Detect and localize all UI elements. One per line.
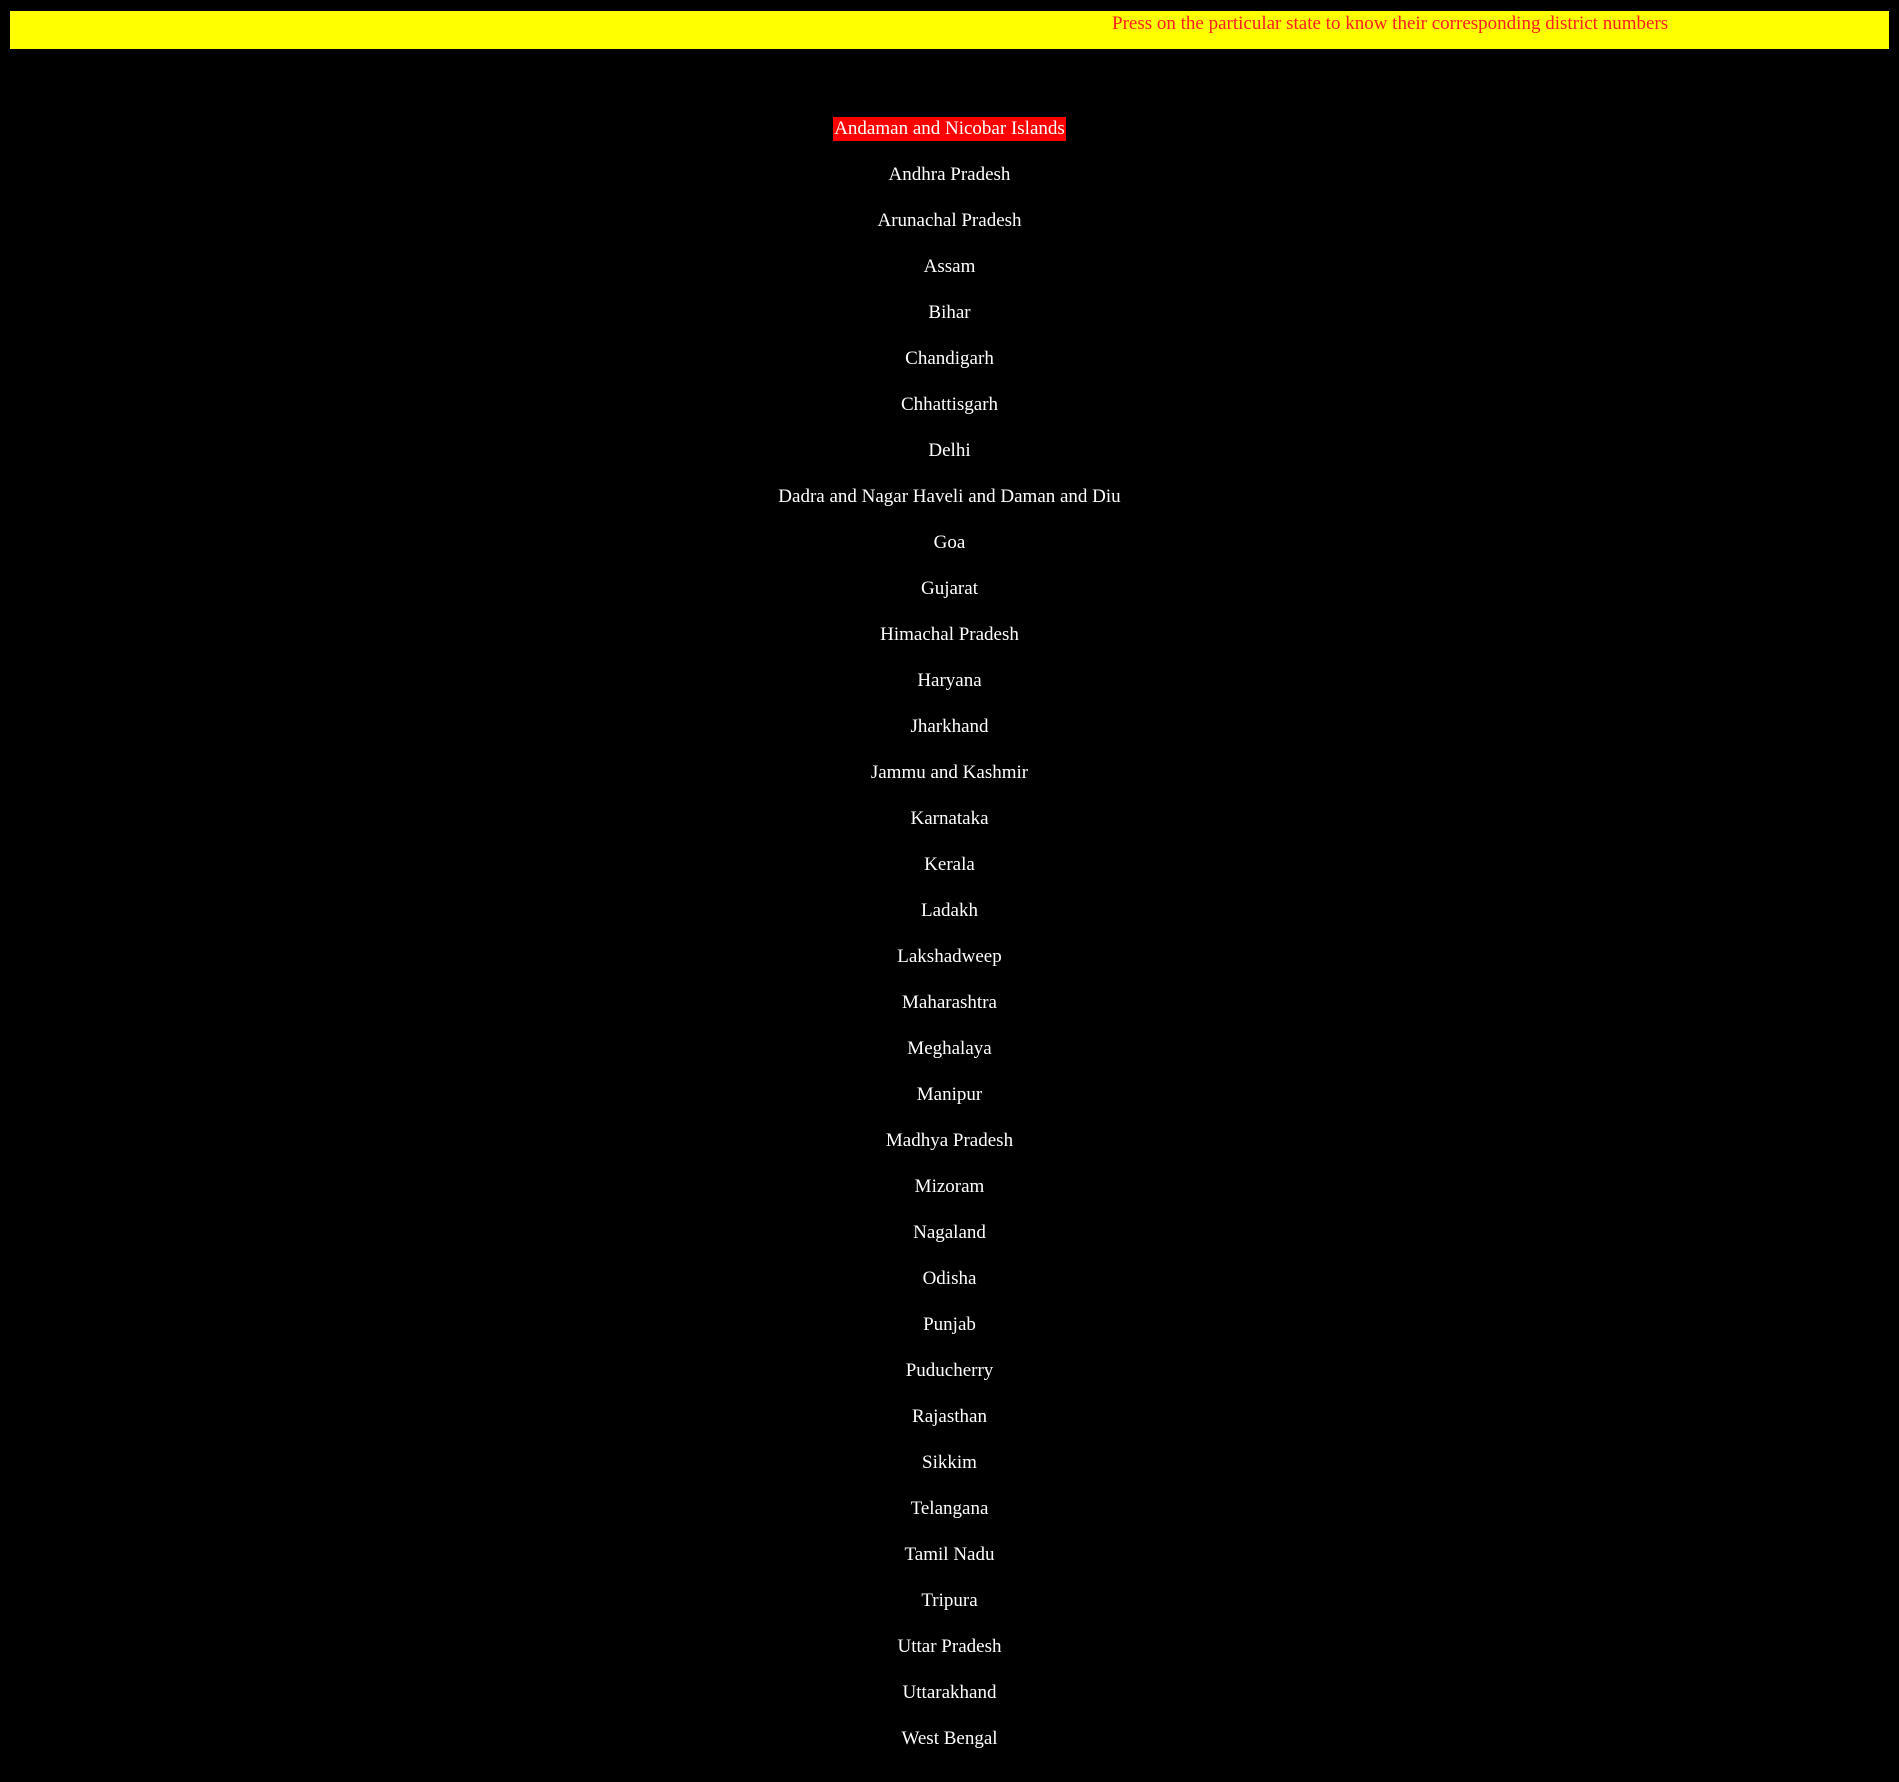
state-link-mizoram[interactable]: Mizoram [914, 1175, 986, 1199]
list-item: Karnataka [0, 807, 1899, 853]
list-item: Meghalaya [0, 1037, 1899, 1083]
list-item: Uttar Pradesh [0, 1635, 1899, 1681]
list-item: Lakshadweep [0, 945, 1899, 991]
list-item: Chandigarh [0, 347, 1899, 393]
list-item: Nagaland [0, 1221, 1899, 1267]
list-item: Manipur [0, 1083, 1899, 1129]
state-link-puducherry[interactable]: Puducherry [905, 1359, 995, 1383]
state-link-punjab[interactable]: Punjab [922, 1313, 977, 1337]
state-link-meghalaya[interactable]: Meghalaya [906, 1037, 992, 1061]
state-link-nagaland[interactable]: Nagaland [912, 1221, 987, 1245]
list-item: Chhattisgarh [0, 393, 1899, 439]
state-link-lakshadweep[interactable]: Lakshadweep [896, 945, 1002, 969]
list-item: Ladakh [0, 899, 1899, 945]
list-item: Tamil Nadu [0, 1543, 1899, 1589]
list-item: Arunachal Pradesh [0, 209, 1899, 255]
state-link-himachal-pradesh[interactable]: Himachal Pradesh [879, 623, 1020, 647]
state-link-sikkim[interactable]: Sikkim [921, 1451, 978, 1475]
state-link-bihar[interactable]: Bihar [927, 301, 971, 325]
list-item: Punjab [0, 1313, 1899, 1359]
state-link-rajasthan[interactable]: Rajasthan [911, 1405, 988, 1429]
state-link-arunachal-pradesh[interactable]: Arunachal Pradesh [876, 209, 1022, 233]
list-item: Puducherry [0, 1359, 1899, 1405]
state-link-gujarat[interactable]: Gujarat [920, 577, 979, 601]
state-link-jharkhand[interactable]: Jharkhand [909, 715, 989, 739]
list-item: Kerala [0, 853, 1899, 899]
list-item: Maharashtra [0, 991, 1899, 1037]
list-item: West Bengal [0, 1727, 1899, 1773]
list-item: Delhi [0, 439, 1899, 485]
state-link-kerala[interactable]: Kerala [923, 853, 976, 877]
state-link-haryana[interactable]: Haryana [916, 669, 982, 693]
state-link-uttarakhand[interactable]: Uttarakhand [902, 1681, 998, 1705]
state-link-goa[interactable]: Goa [933, 531, 967, 555]
list-item: Odisha [0, 1267, 1899, 1313]
list-item: Andhra Pradesh [0, 163, 1899, 209]
state-link-andhra-pradesh[interactable]: Andhra Pradesh [888, 163, 1012, 187]
state-link-assam[interactable]: Assam [923, 255, 977, 279]
state-link-telangana[interactable]: Telangana [910, 1497, 990, 1521]
state-link-karnataka[interactable]: Karnataka [909, 807, 989, 831]
list-item: Jharkhand [0, 715, 1899, 761]
state-link-maharashtra[interactable]: Maharashtra [901, 991, 998, 1015]
state-link-ladakh[interactable]: Ladakh [920, 899, 979, 923]
list-item: Goa [0, 531, 1899, 577]
list-item: Uttarakhand [0, 1681, 1899, 1727]
state-link-chandigarh[interactable]: Chandigarh [904, 347, 995, 371]
state-link-delhi[interactable]: Delhi [927, 439, 971, 463]
instruction-banner: Press on the particular state to know th… [10, 11, 1889, 49]
list-item: Telangana [0, 1497, 1899, 1543]
state-link-uttar-pradesh[interactable]: Uttar Pradesh [897, 1635, 1003, 1659]
list-item: Andaman and Nicobar Islands [0, 117, 1899, 163]
state-link-manipur[interactable]: Manipur [916, 1083, 983, 1107]
state-link-tamil-nadu[interactable]: Tamil Nadu [904, 1543, 996, 1567]
state-link-tripura[interactable]: Tripura [920, 1589, 978, 1613]
list-item: Bihar [0, 301, 1899, 347]
list-item: Gujarat [0, 577, 1899, 623]
list-item: Jammu and Kashmir [0, 761, 1899, 807]
list-item: Sikkim [0, 1451, 1899, 1497]
list-item: Madhya Pradesh [0, 1129, 1899, 1175]
list-item: Assam [0, 255, 1899, 301]
list-item: Tripura [0, 1589, 1899, 1635]
state-link-west-bengal[interactable]: West Bengal [900, 1727, 998, 1751]
state-link-madhya-pradesh[interactable]: Madhya Pradesh [885, 1129, 1014, 1153]
state-link-chhattisgarh[interactable]: Chhattisgarh [900, 393, 999, 417]
state-link-dadra-and-nagar-haveli-and-daman-and-diu[interactable]: Dadra and Nagar Haveli and Daman and Diu [777, 485, 1121, 509]
list-item: Haryana [0, 669, 1899, 715]
list-item: Dadra and Nagar Haveli and Daman and Diu [0, 485, 1899, 531]
state-link-andaman-and-nicobar-islands[interactable]: Andaman and Nicobar Islands [833, 117, 1066, 141]
state-list: Andaman and Nicobar Islands Andhra Prade… [0, 117, 1899, 1773]
list-item: Rajasthan [0, 1405, 1899, 1451]
list-item: Mizoram [0, 1175, 1899, 1221]
list-item: Himachal Pradesh [0, 623, 1899, 669]
state-link-odisha[interactable]: Odisha [922, 1267, 978, 1291]
instruction-text: Press on the particular state to know th… [1112, 13, 1669, 34]
state-link-jammu-and-kashmir[interactable]: Jammu and Kashmir [870, 761, 1029, 785]
